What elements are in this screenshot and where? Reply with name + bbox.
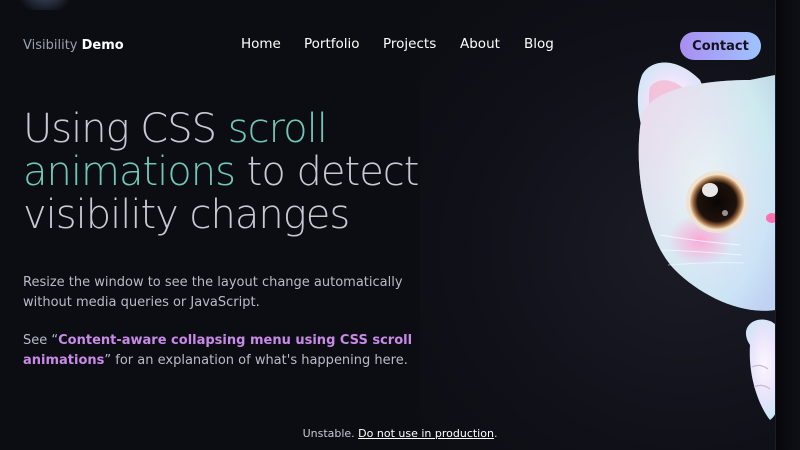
nav-link-about[interactable]: About <box>460 36 500 52</box>
brand-logo[interactable]: Visibility Demo <box>23 38 124 53</box>
explanation-prefix: See “ <box>23 333 59 348</box>
title-line2-plain: to detect <box>234 149 420 195</box>
brand-name: Demo <box>81 38 124 53</box>
viewport-edge <box>775 0 800 450</box>
title-line3-plain: visibility changes <box>23 192 350 238</box>
explanation-paragraph: See “Content-aware collapsing menu using… <box>23 331 443 371</box>
footer-prefix: Unstable. <box>302 427 359 440</box>
nav-link-home[interactable]: Home <box>241 36 281 52</box>
footer-warning-link[interactable]: Do not use in production <box>358 427 494 440</box>
page-title: Using CSS scroll animations to detect vi… <box>23 108 423 237</box>
cat-mascot-image <box>637 62 780 420</box>
title-line2-accent: animations <box>23 149 236 195</box>
nav-link-blog[interactable]: Blog <box>524 36 554 52</box>
footer-suffix: . <box>493 427 498 440</box>
intro-paragraph: Resize the window to see the layout chan… <box>23 275 403 310</box>
corner-glow <box>10 0 80 10</box>
explanation-suffix: ” for an explanation of what's happening… <box>104 353 408 368</box>
brand-prefix: Visibility <box>23 38 78 53</box>
nav-link-portfolio[interactable]: Portfolio <box>304 36 360 52</box>
title-line1-accent: scroll <box>227 106 328 152</box>
title-line1-plain: Using CSS <box>23 106 228 152</box>
nav-link-projects[interactable]: Projects <box>383 36 436 52</box>
footer-notice: Unstable. Do not use in production. <box>0 427 800 440</box>
